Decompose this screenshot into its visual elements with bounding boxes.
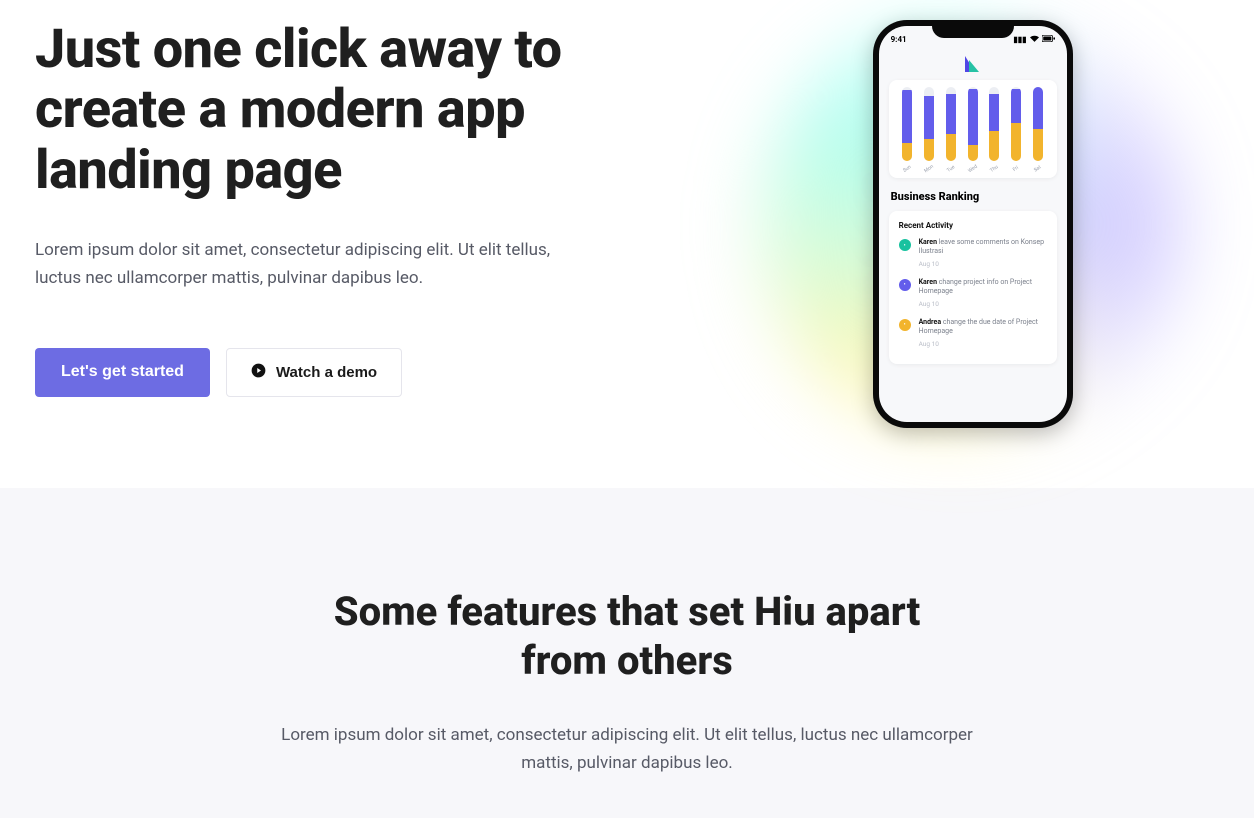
bar-label: Mon [923,164,935,175]
activity-text: Karen change project info on Project Hom… [919,278,1047,297]
activity-icon: • [899,239,911,251]
bar-group: Fri [1005,87,1027,172]
hero-text-column: Just one click away to create a modern a… [35,20,686,397]
bar-segment-b [946,134,956,161]
phone-notch [932,20,1014,38]
bar-track [989,87,999,161]
bar-group: Sat [1027,87,1049,172]
signal-icon: ▮▮▮ [1013,35,1026,44]
status-time: 9:41 [891,35,907,44]
hero-title: Just one click away to create a modern a… [35,20,686,201]
phone-content: Sun Mon Tue Wed Thu Fri Sat Business Ranking R… [879,48,1067,374]
bar-segment-a [924,96,934,139]
phone-mockup: 9:41 ▮▮▮ [873,20,1073,428]
bar-chart: Sun Mon Tue Wed Thu Fri Sat [897,90,1049,172]
activity-card: Recent Activity • Karen leave some commen… [889,211,1057,364]
bar-segment-b [924,139,934,161]
wifi-icon [1030,35,1039,44]
bar-segment-a [946,94,956,135]
business-ranking-title: Business Ranking [891,190,1055,203]
features-title: Some features that set Hiu apart from ot… [307,588,947,686]
bar-segment-b [1011,123,1021,161]
bar-segment-b [989,131,999,161]
bar-group: Thu [983,87,1005,172]
activity-body: Karen leave some comments on Konsep Ilus… [919,238,1047,268]
activity-text: Andrea change the due date of Project Ho… [919,318,1047,337]
bar-group: Tue [940,87,962,172]
app-logo-mark [965,56,981,72]
activity-body: Andrea change the due date of Project Ho… [919,318,1047,348]
battery-icon [1042,35,1055,44]
hero-visual-column: 9:41 ▮▮▮ [726,20,1219,428]
bar-track [946,87,956,161]
activity-icon: • [899,279,911,291]
hero-section: Just one click away to create a modern a… [0,0,1254,488]
hero-actions: Let's get started Watch a demo [35,348,686,397]
bar-track [968,87,978,161]
bar-segment-a [902,90,912,143]
bar-group: Mon [918,87,940,172]
activity-item: • Karen leave some comments on Konsep Ilu… [899,238,1047,268]
get-started-button[interactable]: Let's get started [35,348,210,397]
activity-item: • Andrea change the due date of Project H… [899,318,1047,348]
phone-screen: 9:41 ▮▮▮ [879,26,1067,422]
bar-label: Sun [902,164,912,174]
activity-text: Karen leave some comments on Konsep Ilus… [919,238,1047,257]
bar-label: Thu [989,164,999,174]
activity-date: Aug 10 [919,340,1047,348]
bar-group: Wed [962,87,984,172]
bar-segment-a [968,89,978,145]
bar-label: Tue [946,164,956,174]
activity-item: • Karen change project info on Project Ho… [899,278,1047,308]
activity-list: • Karen leave some comments on Konsep Ilu… [899,238,1047,348]
bar-label: Sat [1033,164,1042,173]
chart-card: Sun Mon Tue Wed Thu Fri Sat [889,80,1057,178]
features-subtitle: Lorem ipsum dolor sit amet, consectetur … [267,721,987,779]
app-logo [889,56,1057,72]
activity-date: Aug 10 [919,260,1047,268]
activity-card-title: Recent Activity [899,221,1047,230]
bar-segment-b [902,143,912,161]
bar-track [1033,87,1043,161]
status-icons: ▮▮▮ [1013,35,1054,44]
bar-label: Wed [967,164,979,175]
bar-label: Fri [1012,165,1020,173]
bar-group: Sun [897,87,919,172]
play-icon [251,363,266,382]
watch-demo-button[interactable]: Watch a demo [226,348,402,397]
watch-demo-label: Watch a demo [276,364,377,381]
bar-track [902,87,912,161]
bar-track [924,87,934,161]
features-section: Some features that set Hiu apart from ot… [0,488,1254,818]
activity-icon: • [899,319,911,331]
bar-segment-b [1033,129,1043,161]
hero-subtitle: Lorem ipsum dolor sit amet, consectetur … [35,236,595,292]
bar-segment-b [968,145,978,161]
bar-segment-a [1033,87,1043,129]
bar-segment-a [1011,89,1021,122]
activity-body: Karen change project info on Project Hom… [919,278,1047,308]
activity-date: Aug 10 [919,300,1047,308]
bar-track [1011,87,1021,161]
bar-segment-a [989,94,999,131]
